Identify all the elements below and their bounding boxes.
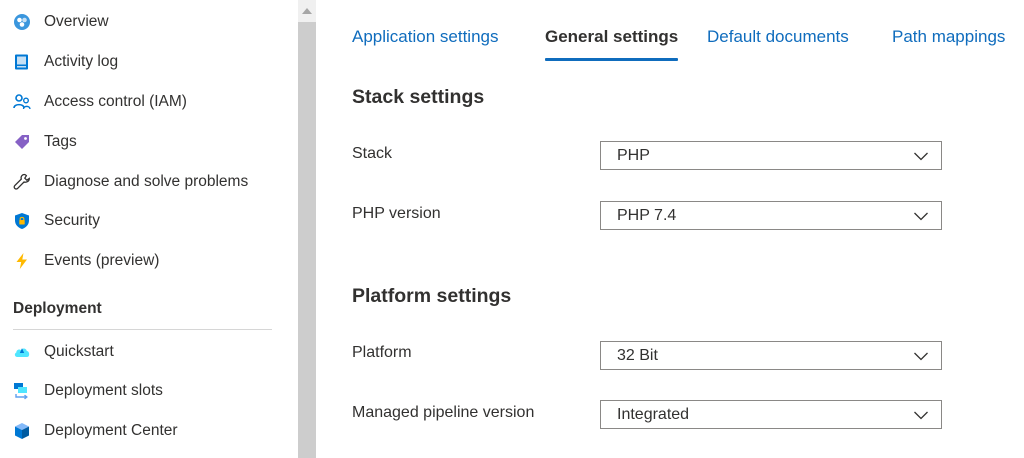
sidebar-item-deployment-center[interactable]: Deployment Center [0, 411, 290, 451]
deployment-slots-icon [13, 382, 31, 400]
section-divider [13, 329, 272, 330]
lightning-icon [13, 252, 31, 270]
tab-general-settings[interactable]: General settings [545, 27, 678, 47]
activity-log-icon [13, 53, 31, 71]
active-tab-indicator [545, 58, 678, 61]
sidebar-item-tags[interactable]: Tags [0, 122, 290, 162]
sidebar-item-security[interactable]: Security [0, 201, 290, 241]
stack-dropdown[interactable]: PHP [600, 141, 942, 170]
sidebar-item-deployment-slots[interactable]: Deployment slots [0, 371, 290, 411]
pipeline-version-dropdown[interactable]: Integrated [600, 400, 942, 429]
wrench-icon [13, 173, 31, 191]
platform-settings-title: Platform settings [352, 285, 512, 307]
platform-label: Platform [352, 344, 412, 361]
shield-icon [13, 212, 31, 230]
tab-default-documents[interactable]: Default documents [707, 27, 849, 47]
access-control-icon [13, 93, 31, 111]
quickstart-icon [13, 343, 31, 361]
sidebar-item-label: Tags [44, 133, 77, 150]
chevron-down-icon [913, 409, 929, 421]
sidebar-item-access-control[interactable]: Access control (IAM) [0, 82, 290, 122]
sidebar-item-diagnose[interactable]: Diagnose and solve problems [0, 162, 290, 202]
sidebar-item-label: Security [44, 212, 100, 229]
cube-icon [13, 422, 31, 440]
sidebar-item-label: Quickstart [44, 343, 114, 360]
overview-icon [13, 13, 31, 31]
sidebar-item-overview[interactable]: Overview [0, 2, 290, 42]
scroll-up-button[interactable] [298, 0, 316, 22]
php-version-label: PHP version [352, 205, 441, 222]
sidebar-item-label: Deployment Center [44, 422, 178, 439]
chevron-down-icon [913, 210, 929, 222]
pipeline-version-label: Managed pipeline version [352, 404, 535, 421]
pipeline-version-dropdown-value: Integrated [617, 405, 690, 423]
sidebar-item-label: Overview [44, 13, 109, 30]
stack-dropdown-value: PHP [617, 146, 650, 164]
stack-settings-title: Stack settings [352, 86, 485, 108]
sidebar-item-label: Access control (IAM) [44, 93, 187, 110]
tab-path-mappings[interactable]: Path mappings [892, 27, 1005, 47]
sidebar-item-label: Activity log [44, 53, 119, 70]
sidebar-item-label: Deployment slots [44, 382, 163, 399]
sidebar-item-quickstart[interactable]: Quickstart [0, 332, 290, 372]
platform-dropdown-value: 32 Bit [617, 346, 658, 364]
sidebar-scrollbar[interactable] [298, 0, 316, 458]
sidebar-item-activity-log[interactable]: Activity log [0, 42, 290, 82]
deployment-section-header: Deployment [13, 300, 102, 317]
tab-application-settings[interactable]: Application settings [352, 27, 498, 47]
php-version-dropdown-value: PHP 7.4 [617, 206, 677, 224]
stack-label: Stack [352, 145, 393, 162]
sidebar-item-label: Diagnose and solve problems [44, 173, 249, 190]
tag-icon [13, 133, 31, 151]
platform-dropdown[interactable]: 32 Bit [600, 341, 942, 370]
sidebar-item-events[interactable]: Events (preview) [0, 241, 290, 281]
sidebar-item-label: Events (preview) [44, 252, 160, 269]
sidebar-nav: Overview Activity log Access control (IA… [0, 0, 298, 458]
scrollbar-thumb[interactable] [298, 22, 316, 458]
chevron-up-icon [302, 8, 312, 14]
chevron-down-icon [913, 350, 929, 362]
chevron-down-icon [913, 150, 929, 162]
php-version-dropdown[interactable]: PHP 7.4 [600, 201, 942, 230]
main-content: Application settings General settings De… [316, 0, 1024, 458]
